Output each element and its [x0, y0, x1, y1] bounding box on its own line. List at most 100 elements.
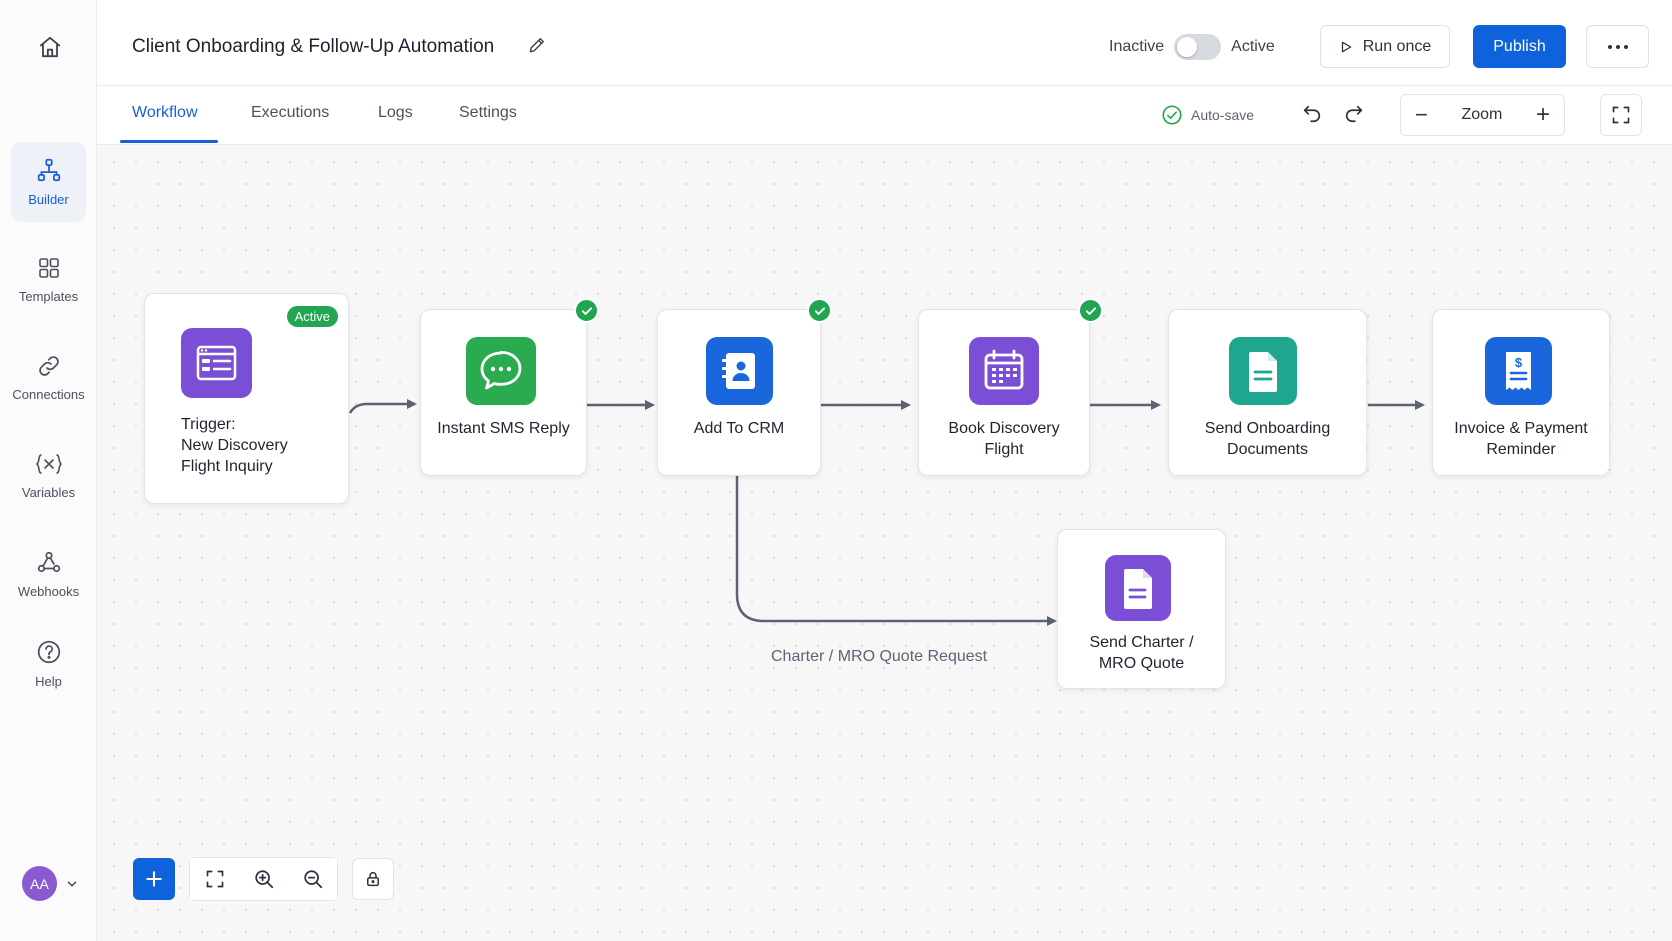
home-button[interactable]: [30, 27, 70, 67]
workflow-tree-icon: [37, 158, 60, 182]
lock-canvas-button[interactable]: [352, 858, 394, 900]
document-icon-tile: [1229, 337, 1297, 405]
play-icon: [1341, 41, 1352, 52]
sidebar-item-webhooks[interactable]: Webhooks: [11, 534, 86, 614]
undo-button[interactable]: [1297, 98, 1327, 128]
check-circle-icon: [1162, 105, 1182, 125]
undo-icon: [1303, 105, 1321, 123]
zoom-in-button[interactable]: +: [1536, 101, 1550, 129]
sms-icon-tile: [466, 337, 536, 405]
publish-button[interactable]: Publish: [1473, 25, 1566, 68]
node-label-line: Flight: [984, 441, 1024, 458]
node-label-line: Trigger:: [181, 416, 236, 433]
fullscreen-icon: [1612, 106, 1630, 124]
zoom-out-icon: [303, 870, 322, 889]
home-icon: [39, 36, 61, 58]
node-label: Send Charter / MRO Quote: [1066, 632, 1217, 674]
document-icon: [1229, 337, 1297, 405]
zoom-label: Zoom: [1461, 106, 1503, 123]
pencil-icon: [529, 38, 544, 53]
workflow-canvas[interactable]: Active Trigger: New Discovery Flight Inq…: [97, 145, 1672, 941]
zoom-out-button[interactable]: −: [1415, 102, 1428, 128]
sidebar-item-label: Help: [35, 674, 62, 689]
webhook-icon: [37, 551, 60, 573]
header: Client Onboarding & Follow-Up Automation…: [97, 0, 1672, 86]
connector-trigger-sms: [348, 399, 417, 414]
node-book-discovery-flight[interactable]: Book Discovery Flight: [918, 298, 1103, 476]
tab-executions[interactable]: Executions: [251, 104, 329, 122]
document-icon: [1105, 555, 1171, 621]
crm-icon-tile: [706, 337, 773, 405]
chat-bubble-icon: [466, 337, 536, 405]
node-add-to-crm[interactable]: Add To CRM: [657, 298, 832, 476]
more-options-button[interactable]: [1586, 25, 1649, 68]
chevron-down-icon: [67, 881, 77, 887]
node-label: Send Onboarding Documents: [1177, 418, 1358, 460]
node-label-line: Documents: [1227, 441, 1308, 458]
autosave-label: Auto-save: [1191, 107, 1255, 123]
tab-bar: Workflow Executions Logs Settings Auto-s…: [97, 86, 1672, 145]
more-horizontal-icon: [1607, 44, 1628, 49]
zoom-in-icon: [254, 870, 273, 889]
active-toggle[interactable]: [1174, 34, 1222, 60]
redo-button[interactable]: [1339, 98, 1369, 128]
tab-logs[interactable]: Logs: [378, 104, 413, 122]
calendar-icon: [969, 337, 1039, 405]
run-once-label: Run once: [1362, 37, 1432, 55]
tab-settings[interactable]: Settings: [459, 104, 517, 122]
zoom-control: − Zoom +: [1400, 94, 1565, 136]
add-node-button[interactable]: [133, 858, 175, 900]
tab-workflow[interactable]: Workflow: [132, 104, 198, 122]
node-send-onboarding-documents[interactable]: Send Onboarding Documents: [1168, 309, 1367, 476]
link-icon: [38, 356, 59, 376]
node-label: Trigger: New Discovery Flight Inquiry: [181, 414, 340, 477]
check-icon: [814, 306, 825, 315]
toggle-active-label: Active: [1231, 38, 1275, 55]
node-label-line: New Discovery: [181, 437, 288, 454]
fit-view-button[interactable]: [190, 858, 239, 900]
sidebar-item-builder[interactable]: Builder: [11, 142, 86, 222]
node-invoice-payment-reminder[interactable]: $ Invoice & Payment Reminder: [1432, 309, 1610, 476]
node-label: Invoice & Payment Reminder: [1441, 418, 1601, 460]
user-menu[interactable]: AA: [22, 866, 79, 901]
completed-badge: [807, 298, 832, 323]
node-trigger[interactable]: Active Trigger: New Discovery Flight Inq…: [144, 293, 349, 504]
check-icon: [581, 306, 592, 315]
receipt-dollar-icon: $: [1485, 337, 1552, 405]
status-toggle-group: Inactive Active: [1109, 34, 1275, 60]
sidebar-item-templates[interactable]: Templates: [11, 240, 86, 320]
node-label-line: Send Charter /: [1089, 634, 1194, 651]
run-once-button[interactable]: Run once: [1320, 25, 1450, 68]
calendar-icon-tile: [969, 337, 1039, 405]
canvas-zoom-out-button[interactable]: [288, 858, 337, 900]
autosave-status: Auto-save: [1161, 104, 1254, 126]
branch-condition-label: Charter / MRO Quote Request: [771, 648, 988, 665]
sidebar-item-variables[interactable]: Variables: [11, 436, 86, 516]
canvas-zoom-in-button[interactable]: [239, 858, 288, 900]
edit-title-button[interactable]: [527, 35, 549, 57]
fullscreen-button[interactable]: [1600, 94, 1642, 136]
node-label-line: MRO Quote: [1098, 655, 1185, 672]
publish-label: Publish: [1493, 37, 1546, 55]
node-label-line: Invoice & Payment: [1454, 420, 1588, 437]
view-tools-group: [189, 857, 338, 901]
toggle-knob: [1177, 37, 1198, 57]
node-label-line: Send Onboarding: [1204, 420, 1331, 437]
sidebar-item-connections[interactable]: Connections: [11, 338, 86, 418]
avatar: AA: [22, 866, 57, 901]
invoice-icon-tile: $: [1485, 337, 1552, 405]
fit-view-icon: [206, 870, 223, 888]
connector-layer: [348, 344, 1425, 626]
sidebar-item-label: Variables: [21, 485, 76, 500]
quote-icon-tile: [1105, 555, 1171, 621]
svg-text:$: $: [1515, 355, 1523, 370]
trigger-icon-tile: [181, 328, 252, 398]
node-instant-sms[interactable]: Instant SMS Reply: [420, 298, 599, 476]
node-label: Add To CRM: [693, 420, 785, 437]
canvas-toolbar: [133, 857, 394, 901]
app-window: Builder Templates Connections Variables …: [0, 0, 1672, 941]
sidebar-item-help[interactable]: Help: [11, 624, 86, 704]
check-icon: [1085, 306, 1096, 315]
redo-icon: [1345, 105, 1363, 123]
node-send-charter-mro-quote[interactable]: Send Charter / MRO Quote: [1057, 529, 1226, 689]
